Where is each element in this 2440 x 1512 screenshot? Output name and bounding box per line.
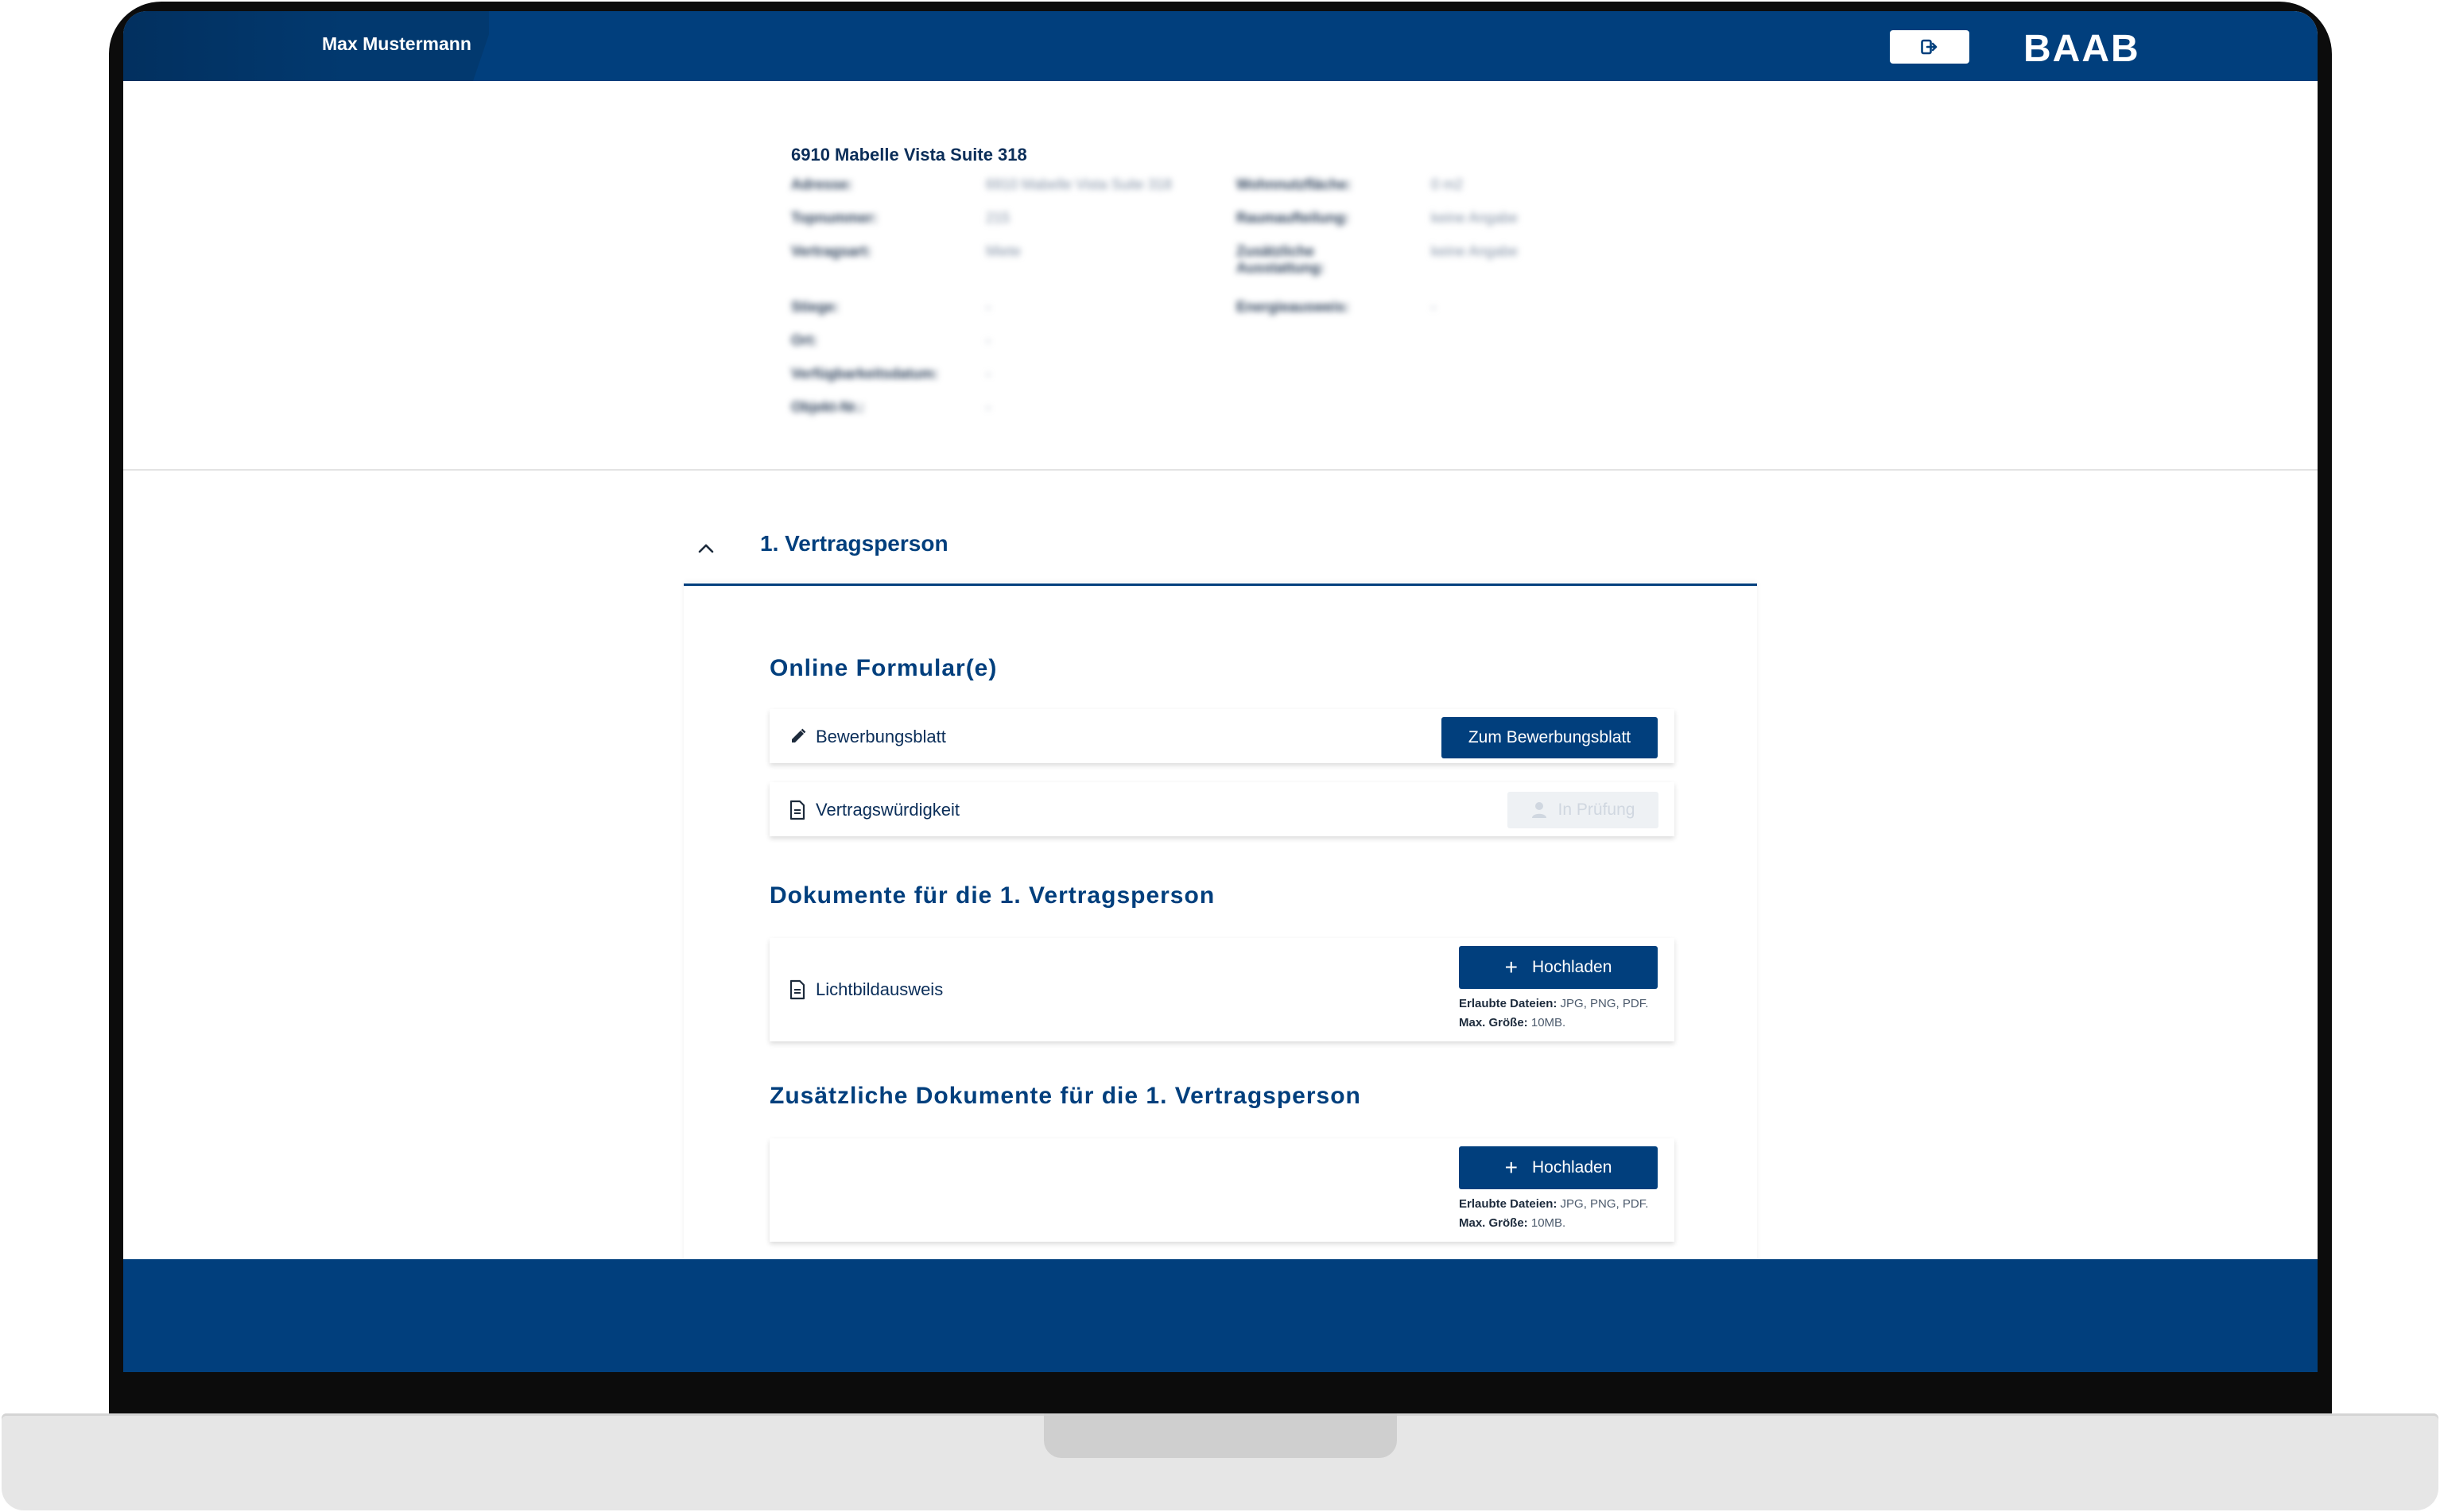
user-check-icon	[1531, 802, 1546, 818]
upload-label: Hochladen	[1531, 1158, 1612, 1177]
document-icon	[789, 979, 805, 1000]
form-label: Bewerbungsblatt	[816, 727, 946, 746]
online-forms-heading: Online Formular(e)	[770, 655, 998, 681]
laptop-screen: Max Mustermann BAAB 6910 Mabelle Vista S…	[123, 11, 2318, 1372]
laptop-notch	[1044, 1413, 1397, 1458]
logout-icon	[1921, 39, 1938, 55]
chevron-up-icon[interactable]	[690, 533, 722, 564]
brand-logo: BAAB	[2023, 28, 2140, 70]
document-label: Lichtbildausweis	[816, 979, 944, 999]
max-size-info: Max. Größe: 10MB.	[1459, 1016, 1566, 1029]
property-title: 6910 Mabelle Vista Suite 318	[791, 145, 1027, 165]
open-bewerbungsblatt-button[interactable]: Zum Bewerbungsblatt	[1441, 717, 1658, 758]
documents-heading: Dokumente für die 1. Vertragsperson	[770, 882, 1216, 909]
footer	[123, 1259, 2318, 1372]
user-name: Max Mustermann	[322, 33, 471, 54]
logout-button[interactable]	[1890, 30, 1969, 64]
document-icon	[789, 800, 805, 820]
allowed-files-info: Erlaubte Dateien: JPG, PNG, PDF.	[1459, 1197, 1649, 1211]
status-label: In Prüfung	[1557, 801, 1635, 819]
main-content: 1. Vertragsperson Online Formular(e) Bew…	[123, 471, 2318, 1266]
top-bar: Max Mustermann BAAB	[123, 11, 2318, 81]
additional-document-row: + Hochladen Erlaubte Dateien: JPG, PNG, …	[770, 1138, 1674, 1242]
section-header-vertragsperson[interactable]: 1. Vertragsperson	[684, 518, 1757, 586]
form-row-bewerbungsblatt: Bewerbungsblatt Zum Bewerbungsblatt	[770, 709, 1674, 763]
upload-lichtbildausweis-button[interactable]: + Hochladen	[1459, 946, 1658, 989]
in-pruefung-button: In Prüfung	[1507, 792, 1658, 828]
pencil-icon	[792, 728, 806, 742]
plus-icon: +	[1504, 1155, 1518, 1180]
property-details: 6910 Mabelle Vista Suite 318 Adresse: 691…	[123, 81, 2318, 471]
upload-label: Hochladen	[1531, 958, 1612, 976]
section-title: 1. Vertragsperson	[760, 531, 948, 556]
form-row-vertragswuerdigkeit: Vertragswürdigkeit In Prüfung	[770, 782, 1674, 836]
additional-documents-heading: Zusätzliche Dokumente für die 1. Vertrag…	[770, 1083, 1361, 1109]
plus-icon: +	[1504, 955, 1518, 979]
document-row-lichtbildausweis: Lichtbildausweis + Hochladen Erlaubte Da…	[770, 938, 1674, 1041]
upload-additional-button[interactable]: + Hochladen	[1459, 1146, 1658, 1189]
form-label: Vertragswürdigkeit	[816, 800, 960, 820]
allowed-files-info: Erlaubte Dateien: JPG, PNG, PDF.	[1459, 997, 1649, 1010]
max-size-info: Max. Größe: 10MB.	[1459, 1216, 1566, 1230]
